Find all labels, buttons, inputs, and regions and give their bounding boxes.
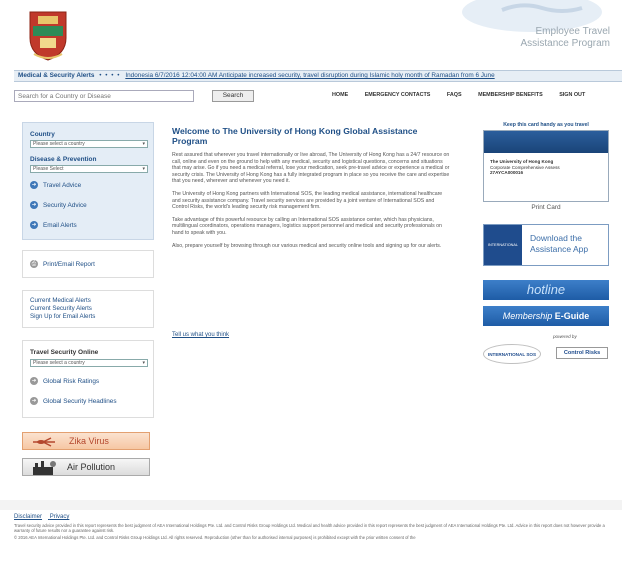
- travel-advice-link[interactable]: ➜ Travel Advice: [30, 181, 81, 190]
- keep-card-note: Keep this card handy as you travel: [503, 122, 589, 128]
- arrow-bullet-icon: ➜: [30, 221, 38, 230]
- global-security-headlines-link[interactable]: ➜ Global Security Headlines: [30, 397, 117, 406]
- global-security-label: Global Security Headlines: [43, 398, 117, 405]
- footer-disclaimer-text: Travel security advice provided in this …: [14, 523, 605, 534]
- global-risk-ratings-link[interactable]: ➜ Global Risk Ratings: [30, 377, 99, 386]
- search-row: Search HOME EMERGENCY CONTACTS FAQS MEMB…: [14, 90, 622, 104]
- intro-paragraph-4: Also, prepare yourself by browsing throu…: [172, 242, 442, 249]
- hotline-button[interactable]: hotline: [483, 280, 609, 300]
- print-card-link[interactable]: Print Card: [483, 204, 609, 211]
- email-alerts-label: Email Alerts: [43, 222, 77, 229]
- card-header-graphic: [484, 131, 608, 153]
- arrow-bullet-icon: ➜: [30, 397, 38, 406]
- factory-smoke-icon: [33, 461, 56, 475]
- main-content: Welcome to The University of Hong Kong G…: [172, 126, 450, 249]
- alert-ticker: Medical & Security Alerts • • • • Indone…: [14, 70, 622, 82]
- current-medical-alerts-link[interactable]: Current Medical Alerts: [30, 297, 91, 305]
- nav-faqs[interactable]: FAQS: [447, 92, 462, 98]
- intsos-app-logo: INTERNATIONAL SOS: [484, 225, 522, 287]
- arrow-bullet-icon: ➜: [30, 377, 38, 386]
- guide-label-2: E-Guide: [554, 311, 590, 321]
- alerts-label: Medical & Security Alerts: [18, 72, 95, 79]
- membership-card[interactable]: The University of Hong Kong Corporate Co…: [483, 130, 609, 202]
- footer-copyright: © 2016 AEA International Holdings Pte. L…: [14, 535, 416, 541]
- program-title: Employee Travel Assistance Program: [521, 26, 610, 50]
- alerts-panel: Current Medical Alerts Current Security …: [22, 290, 154, 328]
- download-line-1: Download the: [530, 233, 582, 243]
- footer-divider: [0, 500, 622, 510]
- card-line-3: 27AYCA000016: [490, 170, 524, 175]
- intro-paragraph-3: Take advantage of this powerful resource…: [172, 216, 442, 236]
- security-advice-label: Security Advice: [43, 202, 87, 209]
- air-pollution-banner[interactable]: Air Pollution: [22, 458, 150, 476]
- guide-label-1: Membership: [502, 311, 553, 321]
- country-search-panel: Country Please select a country Disease …: [22, 122, 154, 240]
- travel-security-panel: Travel Security Online Please select a c…: [22, 340, 154, 418]
- mosquito-icon: [33, 437, 55, 447]
- nav-home[interactable]: HOME: [332, 92, 348, 98]
- global-risk-label: Global Risk Ratings: [43, 378, 100, 385]
- privacy-link[interactable]: Privacy: [50, 514, 70, 520]
- print-report-panel: ⎙ Print/Email Report: [22, 250, 154, 278]
- intro-paragraph-2: The University of Hong Kong partners wit…: [172, 190, 443, 211]
- search-button[interactable]: Search: [212, 90, 254, 102]
- header: Employee Travel Assistance Program: [0, 0, 622, 70]
- university-crest-logo[interactable]: [28, 10, 68, 62]
- control-risks-logo[interactable]: Control Risks: [556, 347, 608, 359]
- top-nav: HOME EMERGENCY CONTACTS FAQS MEMBERSHIP …: [332, 92, 600, 98]
- zika-label: Zika Virus: [69, 436, 109, 446]
- search-input[interactable]: [14, 90, 194, 102]
- signup-email-alerts-link[interactable]: Sign Up for Email Alerts: [30, 313, 95, 321]
- nav-sign-out[interactable]: SIGN OUT: [559, 92, 585, 98]
- membership-eguide-button[interactable]: Membership E-Guide: [483, 306, 609, 326]
- download-line-2: Assistance App: [530, 244, 589, 254]
- arrow-bullet-icon: ➜: [30, 201, 38, 210]
- disease-label: Disease & Prevention: [30, 156, 97, 163]
- print-email-label: Print/Email Report: [43, 261, 95, 268]
- feedback-link[interactable]: Tell us what you think: [172, 332, 229, 338]
- disclaimer-link[interactable]: Disclaimer: [14, 514, 42, 520]
- welcome-heading: Welcome to The University of Hong Kong G…: [172, 126, 418, 146]
- country-label: Country: [30, 131, 55, 138]
- program-title-line-1: Employee Travel: [535, 26, 610, 37]
- powered-by-label: powered by: [553, 334, 577, 339]
- arrow-bullet-icon: ➜: [30, 181, 38, 190]
- pollution-label: Air Pollution: [67, 462, 116, 472]
- alert-message-link[interactable]: Indonesia 6/7/2016 12:04:00 AM Anticipat…: [125, 72, 494, 79]
- intro-paragraph-1: Rest assured that wherever you travel in…: [172, 152, 450, 185]
- email-alerts-link[interactable]: ➜ Email Alerts: [30, 221, 77, 230]
- international-sos-logo[interactable]: INTERNATIONAL SOS: [483, 344, 541, 364]
- nav-membership-benefits[interactable]: MEMBERSHIP BENEFITS: [478, 92, 543, 98]
- footer-links: Disclaimer Privacy: [14, 514, 622, 520]
- download-app-banner[interactable]: INTERNATIONAL SOS Download the Assistanc…: [483, 224, 609, 287]
- footer: Disclaimer Privacy Travel security advic…: [14, 514, 622, 541]
- travel-security-label: Travel Security Online: [30, 349, 99, 356]
- program-title-line-2: Assistance Program: [520, 38, 610, 49]
- ticker-dots: • • • •: [99, 72, 121, 79]
- ts-country-select[interactable]: Please select a country: [30, 359, 148, 367]
- travel-advice-label: Travel Advice: [43, 182, 82, 189]
- print-email-report-link[interactable]: ⎙ Print/Email Report: [30, 260, 95, 269]
- disease-select[interactable]: Please Select: [30, 165, 148, 173]
- nav-emergency-contacts[interactable]: EMERGENCY CONTACTS: [365, 92, 431, 98]
- security-advice-link[interactable]: ➜ Security Advice: [30, 201, 87, 210]
- zika-virus-banner[interactable]: Zika Virus: [22, 432, 150, 450]
- print-icon: ⎙: [30, 260, 38, 269]
- current-security-alerts-link[interactable]: Current Security Alerts: [30, 305, 92, 313]
- country-select[interactable]: Please select a country: [30, 140, 148, 148]
- download-app-label: Download the Assistance App: [530, 233, 588, 255]
